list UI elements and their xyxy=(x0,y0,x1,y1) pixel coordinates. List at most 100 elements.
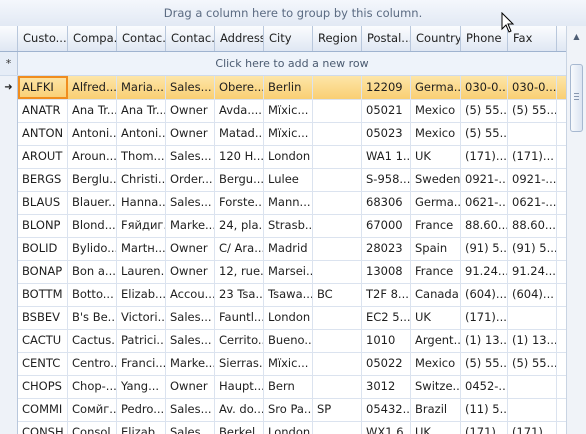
table-cell[interactable]: Elizab... xyxy=(117,283,166,306)
table-cell[interactable]: ANATR xyxy=(18,99,68,122)
table-cell[interactable]: Sales... xyxy=(166,145,215,168)
table-cell[interactable]: Owner xyxy=(166,122,215,145)
table-row[interactable]: BERGS Berglu... Christi... Order... Bergu...… xyxy=(0,168,566,192)
table-cell[interactable]: Spain xyxy=(411,237,461,260)
row-indicator[interactable] xyxy=(0,375,18,398)
table-cell[interactable]: Hanna... xyxy=(117,191,166,214)
table-cell[interactable]: 0921-... xyxy=(461,168,508,191)
table-cell[interactable]: Accou... xyxy=(166,283,215,306)
table-cell[interactable]: Sweden xyxy=(411,168,461,191)
table-cell[interactable] xyxy=(508,306,557,329)
vertical-scrollbar[interactable]: ▲ xyxy=(566,26,586,434)
table-cell[interactable]: Ana Tr... xyxy=(68,99,117,122)
table-cell[interactable]: Marsei... xyxy=(264,260,313,283)
row-indicator[interactable] xyxy=(0,329,18,352)
table-row[interactable]: CENTCCentro...Franci...Marke...Sierras..… xyxy=(0,352,566,376)
table-cell[interactable]: Argent... xyxy=(411,329,461,352)
table-cell[interactable]: UK xyxy=(411,145,461,168)
table-cell[interactable]: Matad... xyxy=(215,122,264,145)
table-cell[interactable]: 88.60.... xyxy=(461,214,508,237)
table-cell[interactable]: 0452-... xyxy=(461,375,508,398)
table-cell[interactable]: Sro Pa... xyxy=(264,398,313,421)
table-cell[interactable]: Lauren... xyxy=(117,260,166,283)
table-cell[interactable]: 3012 xyxy=(362,375,411,398)
add-new-row[interactable]: * Click here to add a new row xyxy=(0,52,566,76)
table-cell[interactable] xyxy=(313,306,362,329)
row-indicator[interactable] xyxy=(0,214,18,237)
table-cell[interactable]: Fяйдиг... xyxy=(117,214,166,237)
table-cell[interactable]: (171)... xyxy=(508,145,557,168)
table-cell[interactable]: C/ Ara... xyxy=(215,237,264,260)
table-cell[interactable]: Sierras... xyxy=(215,352,264,375)
table-cell[interactable]: (1) 13... xyxy=(508,329,557,352)
table-cell[interactable]: WA1 1... xyxy=(362,145,411,168)
table-cell[interactable]: Bergu... xyxy=(215,168,264,191)
table-cell[interactable]: Strasb... xyxy=(264,214,313,237)
table-cell[interactable]: Maria... xyxy=(117,76,166,99)
table-cell[interactable]: ANTON xyxy=(18,122,68,145)
table-cell[interactable]: UK xyxy=(411,421,461,434)
table-cell[interactable]: (5) 55... xyxy=(461,99,508,122)
table-cell[interactable]: Mexico xyxy=(411,99,461,122)
table-cell[interactable]: Marke... xyxy=(166,352,215,375)
table-cell[interactable]: Madrid xyxy=(264,237,313,260)
table-cell[interactable]: Bon a... xyxy=(68,260,117,283)
table-cell[interactable]: 05022 xyxy=(362,352,411,375)
table-cell[interactable]: 05023 xyxy=(362,122,411,145)
table-cell[interactable]: T2F 8... xyxy=(362,283,411,306)
table-cell[interactable]: Switze... xyxy=(411,375,461,398)
table-cell[interactable]: Bylido... xyxy=(68,237,117,260)
table-cell[interactable]: 05021 xyxy=(362,99,411,122)
table-cell[interactable]: (5) 55... xyxy=(508,99,557,122)
table-cell[interactable]: 12209 xyxy=(362,76,411,99)
table-row[interactable]: BSBEV B's Be... Victori... Sales... Fauntl..… xyxy=(0,306,566,330)
table-cell[interactable]: Av. do... xyxy=(215,398,264,421)
row-indicator[interactable] xyxy=(0,168,18,191)
table-cell[interactable]: Sales... xyxy=(166,421,215,434)
scroll-up-arrow-icon[interactable]: ▲ xyxy=(567,28,586,45)
table-cell[interactable] xyxy=(313,76,362,99)
row-indicator[interactable]: ➜ xyxy=(0,76,18,99)
column-header[interactable]: Region xyxy=(313,26,362,51)
table-row[interactable]: ANATR Ana Tr... Ana Tr... Owner Avda.... Мїхі… xyxy=(0,99,566,123)
table-cell[interactable]: (5) 55... xyxy=(461,122,508,145)
table-cell[interactable]: Мїхіс... xyxy=(264,352,313,375)
table-cell[interactable]: 120 H... xyxy=(215,145,264,168)
table-cell[interactable]: EC2 5... xyxy=(362,306,411,329)
table-cell[interactable]: BC xyxy=(313,283,362,306)
table-cell[interactable]: 0921-... xyxy=(508,168,557,191)
table-cell[interactable]: BLAUS xyxy=(18,191,68,214)
table-cell[interactable] xyxy=(313,375,362,398)
table-cell[interactable]: Bueno... xyxy=(264,329,313,352)
table-cell[interactable] xyxy=(313,214,362,237)
row-indicator[interactable] xyxy=(0,145,18,168)
table-cell[interactable]: Mexico xyxy=(411,122,461,145)
column-header[interactable]: Address xyxy=(215,26,264,51)
table-row[interactable]: BOLID Bylido... Мartн... Owner C/ Ara... Madr… xyxy=(0,237,566,261)
table-cell[interactable]: Sales... xyxy=(166,306,215,329)
table-cell[interactable]: SP xyxy=(313,398,362,421)
table-cell[interactable]: Мїхіс... xyxy=(264,122,313,145)
table-cell[interactable] xyxy=(313,260,362,283)
column-header[interactable]: Compa... xyxy=(68,26,117,51)
table-cell[interactable]: Yang... xyxy=(117,375,166,398)
table-cell[interactable]: Mann... xyxy=(264,191,313,214)
table-cell[interactable] xyxy=(508,398,557,421)
table-cell[interactable]: Owner xyxy=(166,237,215,260)
table-cell[interactable]: Antoni... xyxy=(117,122,166,145)
table-cell[interactable] xyxy=(313,421,362,434)
table-row[interactable]: ➜ ALFKI Alfred... Maria... Sales... Obere... B… xyxy=(0,76,566,100)
table-cell[interactable]: Lulee xyxy=(264,168,313,191)
table-cell[interactable]: Canada xyxy=(411,283,461,306)
row-indicator[interactable] xyxy=(0,352,18,375)
table-cell[interactable] xyxy=(313,168,362,191)
table-cell[interactable]: Owner xyxy=(166,260,215,283)
table-cell[interactable]: Owner xyxy=(166,375,215,398)
table-cell[interactable]: S-958... xyxy=(362,168,411,191)
table-cell[interactable]: 23 Tsa... xyxy=(215,283,264,306)
table-cell[interactable] xyxy=(313,352,362,375)
table-cell[interactable]: AROUT xyxy=(18,145,68,168)
row-indicator[interactable] xyxy=(0,306,18,329)
table-cell[interactable]: Germa... xyxy=(411,191,461,214)
table-cell[interactable] xyxy=(313,191,362,214)
